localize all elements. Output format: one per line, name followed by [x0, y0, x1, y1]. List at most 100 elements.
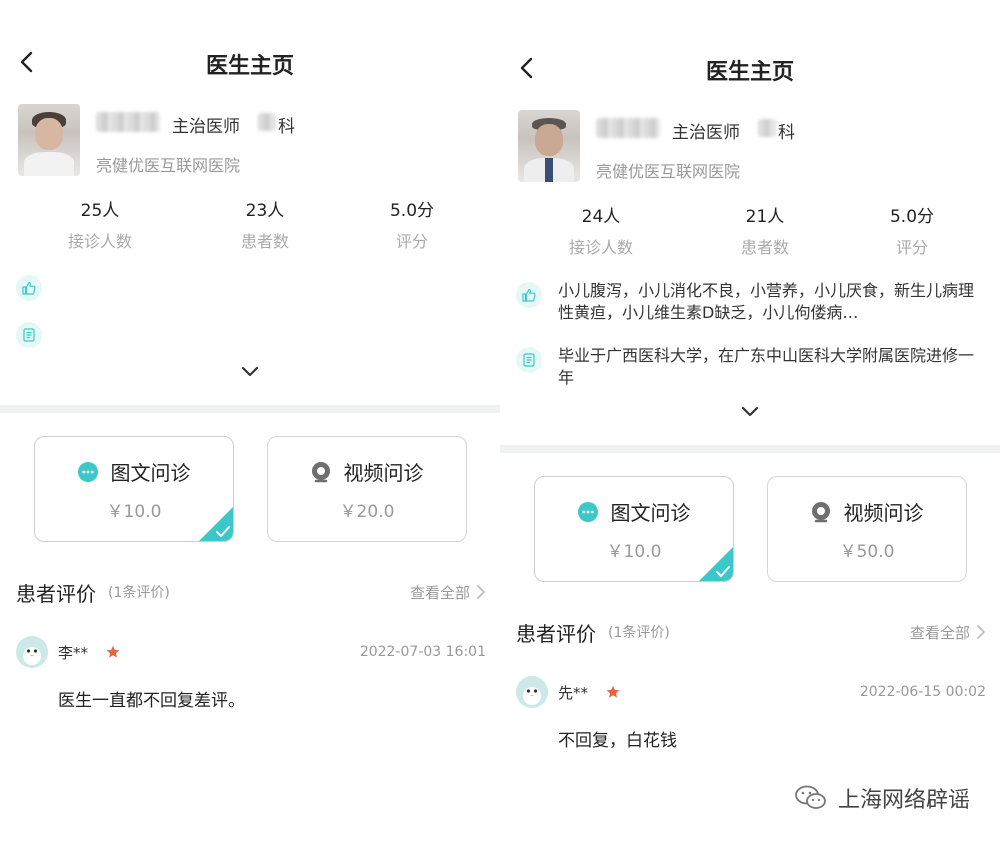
- stat-label: 患者数: [240, 232, 289, 251]
- stat-patients: 23人 患者数: [205, 196, 325, 252]
- service-label: 图文问诊: [610, 501, 691, 525]
- selected-indicator: [698, 546, 733, 581]
- stat-value: 5.0分: [389, 201, 435, 221]
- reviews-count: (1条评价): [108, 585, 170, 601]
- chevron-right-icon: [477, 585, 485, 599]
- reviewer-avatar: [16, 636, 48, 668]
- specialty-row: [16, 275, 486, 303]
- service-label: 图文问诊: [110, 461, 191, 485]
- page-title: 医生主页: [705, 60, 794, 85]
- department-redacted: [258, 113, 276, 131]
- document-icon: [516, 347, 542, 373]
- review-time: 2022-06-15 00:02: [859, 684, 986, 700]
- video-camera-icon: [810, 501, 832, 523]
- stat-value: 24人: [581, 207, 621, 227]
- watermark-text: 上海网络辟谣: [837, 788, 970, 813]
- doctor-stats: 25人 接诊人数 23人 患者数 5.0分 评分: [0, 196, 500, 256]
- navigation-bar: 医生主页: [500, 48, 1000, 88]
- doctor-name-redacted: [96, 112, 160, 132]
- stat-label: 接诊人数: [67, 232, 132, 251]
- chevron-down-icon: [741, 406, 759, 417]
- service-price: ￥50.0: [839, 542, 895, 562]
- wechat-icon: [794, 785, 827, 811]
- doctor-avatar: [518, 110, 580, 182]
- section-divider: [500, 445, 1000, 453]
- view-all-link[interactable]: 查看全部: [910, 622, 986, 643]
- stat-value: 23人: [245, 201, 285, 221]
- stat-patients: 21人 患者数: [705, 202, 825, 258]
- doctor-position: 主治医师: [672, 123, 740, 143]
- doctor-name-redacted: [596, 118, 660, 138]
- check-icon: [199, 507, 233, 541]
- stat-rating: 5.0分 评分: [352, 196, 472, 252]
- video-consult-card[interactable]: 视频问诊 ￥20.0: [267, 436, 467, 542]
- text-consult-card[interactable]: 图文问诊 ￥10.0: [34, 436, 234, 542]
- hospital-name: 亮健优医互联网医院: [96, 156, 241, 175]
- chevron-down-icon: [241, 366, 259, 377]
- background-row: [16, 322, 486, 350]
- expand-button[interactable]: [738, 404, 762, 420]
- reviews-header: 患者评价 (1条评价) 查看全部: [516, 618, 986, 648]
- stat-label: 接诊人数: [568, 238, 633, 257]
- thumbs-up-icon: [16, 275, 42, 301]
- specialty-row: 小儿腹泻，小儿消化不良，小营养，小儿厌食，新生儿病理性黄疸，小儿维生素D缺乏，小…: [516, 280, 986, 326]
- chevron-right-icon: [977, 625, 985, 639]
- department-redacted: [758, 119, 776, 137]
- department-suffix: 科: [778, 123, 795, 143]
- selected-indicator: [198, 506, 233, 541]
- video-consult-card[interactable]: 视频问诊 ￥50.0: [767, 476, 967, 582]
- chat-bubble-icon: [77, 461, 99, 483]
- navigation-bar: 医生主页: [0, 42, 500, 82]
- stat-value: 25人: [80, 201, 120, 221]
- reviews-count: (1条评价): [608, 625, 670, 641]
- view-all-label: 查看全部: [409, 584, 470, 602]
- review-text: 不回复，白花钱: [558, 731, 677, 751]
- screen-left: 医生主页 主治医师 科 亮健优医互联网医院 25人 接诊人数 23人 患者数 5…: [0, 0, 500, 844]
- stat-rating: 5.0分 评分: [852, 202, 972, 258]
- stat-consultations: 25人 接诊人数: [40, 196, 160, 252]
- specialty-text: 小儿腹泻，小儿消化不良，小营养，小儿厌食，新生儿病理性黄疸，小儿维生素D缺乏，小…: [558, 281, 975, 322]
- stat-value: 5.0分: [889, 207, 935, 227]
- page-title: 医生主页: [205, 54, 294, 79]
- video-camera-icon: [310, 461, 332, 483]
- review-time: 2022-07-03 16:01: [359, 644, 486, 660]
- check-icon: [699, 547, 733, 581]
- service-label: 视频问诊: [343, 461, 424, 485]
- star-icon: [106, 644, 120, 658]
- chat-bubble-icon: [577, 501, 599, 523]
- service-label: 视频问诊: [843, 501, 924, 525]
- doctor-header: 主治医师 科 亮健优医互联网医院: [0, 104, 500, 194]
- stat-label: 评分: [895, 238, 928, 257]
- screen-right: 医生主页 主治医师 科 亮健优医互联网医院 24人 接诊人数 21人 患者数 5…: [500, 0, 1000, 844]
- document-icon: [16, 322, 42, 348]
- reviewer-avatar: [516, 676, 548, 708]
- background-row: 毕业于广西医科大学，在广东中山医科大学附属医院进修一年: [516, 345, 986, 391]
- review-text: 医生一直都不回复差评。: [58, 691, 245, 711]
- stat-consultations: 24人 接诊人数: [541, 202, 661, 258]
- reviews-title: 患者评价: [16, 582, 96, 606]
- doctor-stats: 24人 接诊人数 21人 患者数 5.0分 评分: [500, 202, 1000, 262]
- stat-value: 21人: [745, 207, 785, 227]
- background-text: 毕业于广西医科大学，在广东中山医科大学附属医院进修一年: [558, 346, 975, 387]
- text-consult-card[interactable]: 图文问诊 ￥10.0: [534, 476, 734, 582]
- section-divider: [0, 405, 500, 413]
- review-item: 李** 2022-07-03 16:01 医生一直都不回复差评。: [16, 636, 486, 716]
- hospital-name: 亮健优医互联网医院: [596, 162, 741, 181]
- expand-button[interactable]: [238, 364, 262, 380]
- star-icon: [606, 684, 620, 698]
- doctor-header: 主治医师 科 亮健优医互联网医院: [500, 110, 1000, 200]
- thumbs-up-icon: [516, 282, 542, 308]
- stat-label: 患者数: [740, 238, 789, 257]
- doctor-position: 主治医师: [172, 117, 240, 137]
- watermark: 上海网络辟谣: [794, 782, 970, 814]
- service-price: ￥20.0: [339, 502, 395, 522]
- doctor-avatar: [18, 104, 80, 176]
- reviewer-name: 先**: [558, 684, 589, 702]
- stat-label: 评分: [395, 232, 428, 251]
- view-all-label: 查看全部: [909, 624, 970, 642]
- view-all-link[interactable]: 查看全部: [410, 582, 486, 603]
- department-suffix: 科: [278, 117, 295, 137]
- review-item: 先** 2022-06-15 00:02 不回复，白花钱: [516, 676, 986, 756]
- reviewer-name: 李**: [58, 644, 89, 662]
- reviews-header: 患者评价 (1条评价) 查看全部: [16, 578, 486, 608]
